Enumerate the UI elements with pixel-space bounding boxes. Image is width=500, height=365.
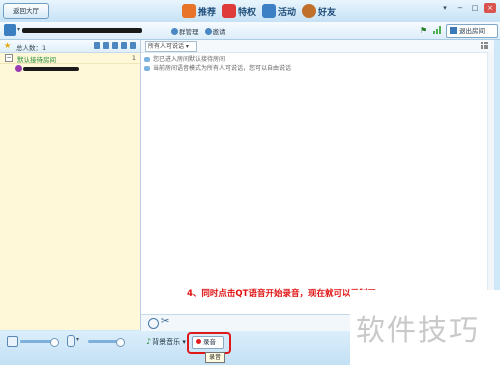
nav-friends-label: 好友 [318,7,337,18]
user-icon[interactable] [112,42,118,49]
speaker-icon[interactable] [7,336,18,347]
emoji-icon[interactable] [148,318,159,329]
chat-filter-bar: 所有人可说话 ▾ [141,40,494,53]
home-icon[interactable] [4,24,16,36]
exit-room-button[interactable]: 退出房间 [446,24,498,38]
close-icon[interactable]: × [484,3,496,13]
message-icon [144,66,150,71]
group-name: 默认接待房间 [17,56,56,64]
volume-slider[interactable] [20,338,59,347]
background-music-label: 背景音乐 [152,338,181,346]
nav-friends[interactable]: 好友 [302,3,336,19]
maximize-icon[interactable]: □ [469,3,481,13]
group-row[interactable]: − 默认接待房间 1 [0,53,140,64]
group-manage-button[interactable]: 群管理 [171,26,199,36]
system-message-text: 当前房间语音模式为所有人可说话，您可以自由说话 [153,65,292,72]
list-icon[interactable] [130,42,136,49]
exit-room-label: 退出房间 [459,27,485,35]
nav-recommend-label: 推荐 [198,7,217,18]
microphone-icon[interactable] [67,335,75,347]
member-tools [94,42,136,49]
scissors-icon[interactable]: ✂ [161,316,169,327]
signal-icon [433,26,442,34]
avatar [15,65,22,72]
nav-privilege[interactable]: 特权 [222,3,256,19]
record-tooltip: 录音 [205,352,226,363]
top-nav: 推荐 特权 活动 好友 [182,3,336,19]
total-members: 总人数：1 [16,44,47,52]
friends-icon [302,4,317,18]
redacted-room-name [22,28,142,33]
watermark: 软件技巧 [356,313,481,347]
flag-icon[interactable]: ⚑ [420,26,427,35]
member-panel: ★ 总人数：1 − 默认接待房间 1 [0,40,141,330]
manage-icon [171,28,178,35]
recommend-icon [182,4,196,18]
system-message-text: 您已进入房间默认接待房间 [153,56,226,63]
search-icon[interactable] [121,42,127,49]
record-button[interactable]: 录音 [192,336,224,349]
room-actions: 群管理 邀请 [171,26,226,36]
room-header: ▾ 群管理 邀请 ⚑ 退出房间 [0,22,500,40]
grid-icon[interactable] [481,42,488,49]
exit-icon [450,27,457,34]
window-controls: ▾ − □ × [439,3,496,13]
invite-label: 邀请 [212,28,226,36]
invite-icon [204,28,212,35]
speak-scope-value: 所有人可说话 [148,43,185,50]
chevron-down-icon[interactable]: ▾ [76,336,79,343]
system-message: 您已进入房间默认接待房间 [141,55,494,64]
member-panel-header: ★ 总人数：1 [0,40,140,53]
record-highlight: 录音 [187,332,231,354]
scrollbar[interactable] [487,52,494,312]
member-tool-icon[interactable] [94,42,100,49]
list-item[interactable] [0,64,140,74]
invite-button[interactable]: 邀请 [204,26,226,36]
chat-panel: 所有人可说话 ▾ 您已进入房间默认接待房间 当前房间语音模式为所有人可说话，您可… [141,40,494,314]
group-count: 1 [131,54,136,62]
back-to-lobby-button[interactable]: 返回大厅 [3,3,49,19]
skin-icon[interactable]: ▾ [439,3,451,13]
background-music-button[interactable]: ♪背景音乐 ▾ [146,337,186,347]
activity-icon [262,4,277,18]
privilege-icon [222,4,237,18]
music-note-icon: ♪ [146,337,152,346]
instruction-caption: 4、同时点击QT语音开始录音，现在就可以录制了 [187,289,376,299]
collapse-toggle[interactable]: − [5,54,13,62]
minimize-icon[interactable]: − [454,3,466,13]
mic-volume-slider[interactable] [88,338,125,347]
speak-scope-select[interactable]: 所有人可说话 ▾ [145,41,197,52]
nav-activity[interactable]: 活动 [262,3,296,19]
star-icon: ★ [4,41,12,50]
redacted-member-name [23,67,79,71]
chevron-down-icon[interactable]: ▾ [17,26,20,33]
system-message: 当前房间语音模式为所有人可说话，您可以自由说话 [141,64,494,73]
record-icon [196,339,201,344]
nav-recommend[interactable]: 推荐 [182,3,216,19]
record-label: 录音 [203,338,216,346]
title-bar: 返回大厅 推荐 特权 活动 好友 ▾ − □ × [0,0,500,23]
nav-activity-label: 活动 [278,7,297,18]
message-icon [144,57,150,62]
nav-privilege-label: 特权 [238,7,257,18]
location-icon[interactable] [103,42,109,49]
group-manage-label: 群管理 [179,28,199,36]
